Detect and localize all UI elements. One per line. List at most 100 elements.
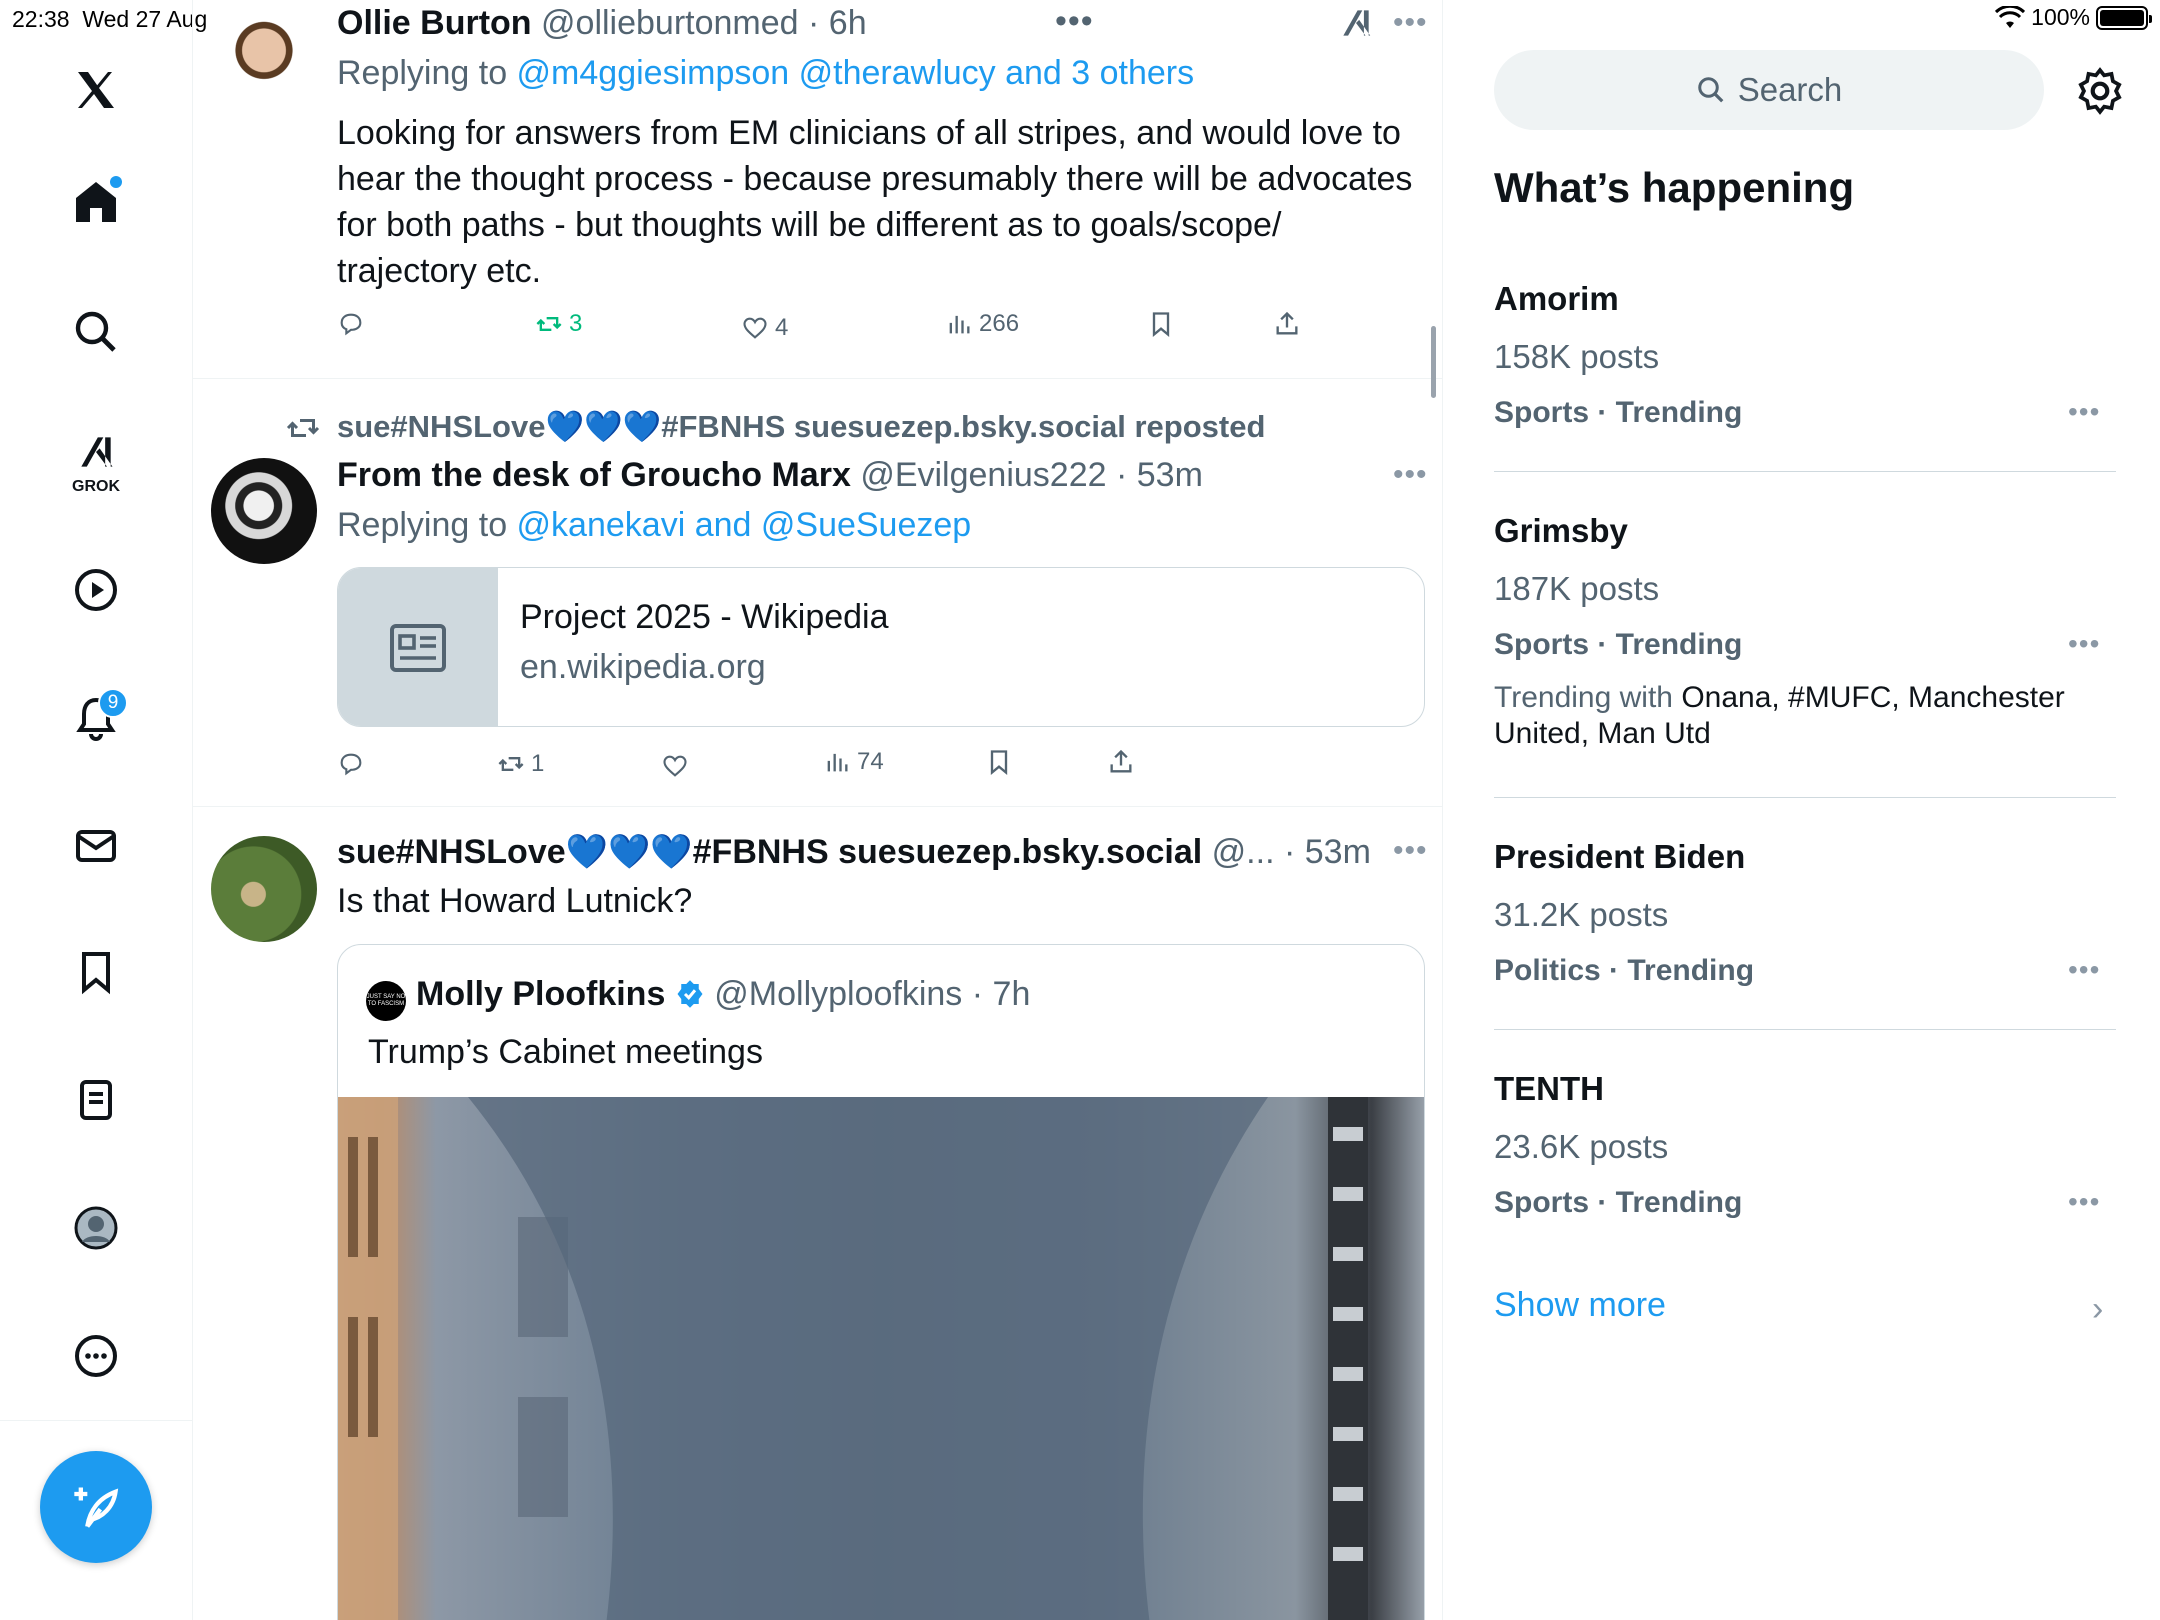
search-svg (75, 311, 116, 352)
quote-header: Molly Ploofkins @Mollyploofkins · 7h (416, 975, 1030, 1014)
tweet-time: · 53m (1283, 833, 1371, 871)
replying-prefix: Replying to (337, 54, 517, 92)
search-icon[interactable] (56, 292, 136, 372)
quote-author-name: Molly Ploofkins (416, 975, 666, 1013)
tweet-more-icon[interactable]: ••• (1393, 6, 1428, 40)
trend-name[interactable]: TENTH (1494, 1070, 1604, 1108)
video-icon[interactable] (56, 550, 136, 630)
trend-with-prefix: Trending with (1494, 681, 1682, 714)
quote-author-handle: @Mollyploofkins (714, 975, 963, 1013)
tweet-author-name[interactable]: Ollie Burton (337, 4, 532, 42)
more-svg (75, 1335, 117, 1377)
like-button[interactable] (661, 752, 689, 780)
bookmark-icon (990, 750, 1008, 775)
link-card[interactable]: Project 2025 - Wikipedia en.wikipedia.or… (337, 567, 1425, 727)
views-button[interactable]: 266 (945, 310, 1019, 338)
show-more-link[interactable]: Show more (1494, 1286, 1666, 1325)
article-svg (390, 624, 446, 672)
quoted-tweet[interactable]: JUST SAY NO TO FASCISM Molly Ploofkins @… (337, 944, 1425, 1620)
battery-percent: 100% (2031, 4, 2090, 30)
tweet-more-icon[interactable]: ••• (1393, 834, 1428, 868)
replying-to-links[interactable]: @m4ggiesimpson @therawlucy and 3 others (517, 54, 1195, 92)
tweet-author-handle[interactable]: @ollieburtonmed (541, 4, 799, 42)
search-icon (1697, 77, 1724, 103)
tweet-divider (193, 806, 1442, 807)
x-logo-svg (78, 72, 114, 108)
chevron-right-icon[interactable]: › (2092, 1290, 2103, 1329)
bookmarks-icon[interactable] (56, 932, 136, 1012)
trend-more-icon[interactable]: ••• (2068, 1186, 2100, 1218)
heart-icon (663, 755, 687, 777)
more-icon[interactable] (56, 1316, 136, 1396)
grok-icon[interactable]: GROK (56, 420, 136, 500)
views-icon (949, 315, 970, 334)
grok-svg (81, 437, 113, 467)
gear-icon[interactable] (2075, 66, 2125, 116)
lists-icon[interactable] (56, 1060, 136, 1140)
messages-icon[interactable] (56, 806, 136, 886)
timeline: Ollie Burton @ollieburtonmed · 6h ••• ••… (193, 0, 1443, 1620)
verified-badge-icon (677, 980, 703, 1008)
tweet-time: · 6h (808, 4, 867, 42)
views-button[interactable]: 74 (823, 748, 884, 776)
tweet-text: Looking for answers from EM clinicians o… (337, 114, 1413, 290)
retweet-count: 3 (569, 310, 583, 337)
tweet-author-handle[interactable]: @... (1212, 833, 1275, 871)
repost-icon (286, 419, 320, 437)
repost-label[interactable]: sue#NHSLove💙💙💙#FBNHS suesuezep.bsky.soci… (337, 408, 1265, 445)
x-logo-icon[interactable] (56, 50, 136, 130)
tweet-header: From the desk of Groucho Marx @Evilgeniu… (337, 456, 1203, 495)
trend-name[interactable]: Amorim (1494, 280, 1619, 318)
quote-time: · 7h (971, 975, 1031, 1013)
home-unread-dot (110, 176, 122, 188)
battery-icon (2096, 5, 2152, 30)
reply-button[interactable] (337, 310, 365, 338)
notifications-badge: 9 (98, 688, 128, 718)
avatar[interactable] (211, 8, 317, 114)
bookmark-button[interactable] (985, 748, 1013, 776)
trend-name[interactable]: President Biden (1494, 838, 1745, 876)
avatar[interactable] (211, 458, 317, 564)
trend-name[interactable]: Grimsby (1494, 512, 1628, 550)
tweet-header: sue#NHSLove💙💙💙#FBNHS suesuezep.bsky.soci… (337, 832, 1371, 872)
reply-button[interactable] (337, 750, 365, 778)
tweet-more-icon[interactable]: ••• (1393, 458, 1428, 492)
video-player[interactable] (338, 1097, 1424, 1620)
tweet-text: Is that Howard Lutnick? (337, 882, 693, 920)
trend-divider (1494, 471, 2116, 472)
avatar[interactable] (211, 836, 317, 942)
retweet-button[interactable]: 1 (497, 750, 544, 778)
trend-post-count: 158K posts (1494, 338, 1660, 375)
home-icon[interactable] (56, 162, 136, 242)
quote-avatar: JUST SAY NO TO FASCISM (366, 981, 406, 1021)
share-button[interactable] (1273, 310, 1301, 338)
bookmark-button[interactable] (1147, 310, 1175, 338)
share-icon (1110, 749, 1132, 773)
view-count: 266 (979, 310, 1020, 337)
share-button[interactable] (1107, 748, 1135, 776)
search-input[interactable]: Search (1494, 50, 2044, 130)
profile-icon[interactable] (56, 1188, 136, 1268)
card-domain: en.wikipedia.org (520, 648, 766, 686)
trend-more-icon[interactable]: ••• (2068, 628, 2100, 660)
like-button[interactable]: 4 (741, 314, 788, 342)
tweet-author-name[interactable]: From the desk of Groucho Marx (337, 456, 851, 494)
trend-more-icon[interactable]: ••• (2068, 396, 2100, 428)
retweet-button[interactable]: 3 (535, 310, 582, 338)
left-nav: GROK 9 (0, 0, 193, 1620)
trend-with: Trending with Onana, #MUFC, Manchester U… (1494, 680, 2094, 752)
share-icon (1276, 311, 1298, 335)
more-dots-icon[interactable]: ••• (1055, 2, 1094, 41)
scrollbar[interactable] (1431, 326, 1436, 398)
card-title: Project 2025 - Wikipedia (520, 598, 889, 636)
reply-icon (340, 313, 362, 336)
tweet-author-handle[interactable]: @Evilgenius222 (860, 456, 1106, 494)
notifications-icon[interactable]: 9 (56, 678, 136, 758)
tweet-author-name[interactable]: sue#NHSLove💙💙💙#FBNHS suesuezep.bsky.soci… (337, 833, 1202, 871)
grok-icon[interactable] (1337, 4, 1375, 42)
trend-more-icon[interactable]: ••• (2068, 954, 2100, 986)
video-frame (338, 1097, 1368, 1620)
compose-button[interactable] (40, 1451, 152, 1563)
replying-to-links[interactable]: @kanekavi and @SueSuezep (517, 506, 972, 544)
replying-to: Replying to @kanekavi and @SueSuezep (337, 506, 971, 545)
